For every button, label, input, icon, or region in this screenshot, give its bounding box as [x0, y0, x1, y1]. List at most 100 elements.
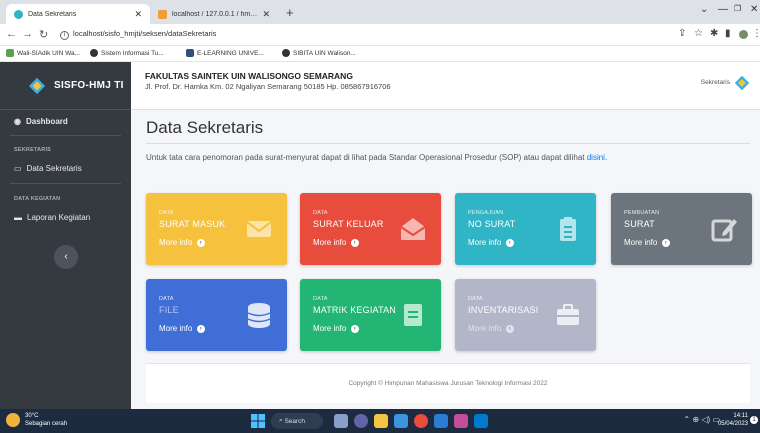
sidebar-item-laporan-kegiatan[interactable]: ▬ Laporan Kegiatan: [14, 213, 90, 222]
sidepanel-icon[interactable]: ▮: [725, 28, 731, 39]
more-info-link[interactable]: More info ›: [624, 238, 670, 247]
box-inventarisasi[interactable]: DATA INVENTARISASI More info ›: [455, 279, 596, 351]
box-title: FILE: [159, 305, 179, 315]
box-title: NO SURAT: [468, 219, 516, 229]
chrome-icon[interactable]: [414, 414, 428, 428]
close-window-icon[interactable]: ✕: [750, 4, 758, 15]
sidebar-item-data-sekretaris[interactable]: ▭ Data Sekretaris: [14, 164, 82, 173]
minimize-icon[interactable]: —: [718, 4, 728, 15]
bookmark-favicon-icon: [186, 49, 194, 57]
envelope-open-icon: [400, 218, 426, 240]
user-role[interactable]: Sekretaris: [701, 79, 730, 86]
sidebar-heading-sekretaris: SEKRETARIS: [14, 147, 52, 153]
app-icon[interactable]: [454, 414, 468, 428]
tab-search-chevron-icon[interactable]: ⌄: [700, 4, 708, 15]
new-tab-icon[interactable]: +: [286, 5, 294, 20]
sidebar-divider: [10, 135, 121, 136]
sidebar-heading-kegiatan: DATA KEGIATAN: [14, 196, 61, 202]
more-info-link[interactable]: More info ›: [313, 238, 359, 247]
more-info-link[interactable]: More info ›: [468, 324, 514, 333]
more-info-link[interactable]: More info ›: [313, 324, 359, 333]
tab-close-icon[interactable]: ✕: [134, 9, 142, 20]
chat-icon[interactable]: [354, 414, 368, 428]
user-logo-icon[interactable]: [734, 75, 750, 91]
vscode-icon[interactable]: [474, 414, 488, 428]
box-surat-masuk[interactable]: DATA SURAT MASUK More info ›: [146, 193, 287, 265]
phpmyadmin-favicon-icon: [158, 9, 167, 19]
box-file[interactable]: DATA FILE More info ›: [146, 279, 287, 351]
tab-data-sekretaris[interactable]: Data Sekretaris ✕: [6, 4, 150, 24]
box-small-label: DATA: [313, 210, 328, 216]
bookmarks-bar: Wali-SIAdik UIN Wa... Sistem Informasi T…: [0, 46, 760, 62]
page-title: Data Sekretaris: [146, 118, 264, 137]
box-small-label: DATA: [159, 296, 174, 302]
box-matrik-kegiatan[interactable]: DATA MATRIK KEGIATAN More info ›: [300, 279, 441, 351]
brand-name: SISFO-HMJ TI: [54, 80, 124, 91]
box-no-surat[interactable]: PENGAJUAN NO SURAT More info ›: [455, 193, 596, 265]
box-pembuatan-surat[interactable]: PEMBUATAN SURAT More info ›: [611, 193, 752, 265]
windows-start-icon[interactable]: [251, 414, 265, 428]
arrow-circle-right-icon: ›: [196, 238, 205, 247]
sop-link[interactable]: disini: [587, 153, 605, 162]
box-surat-keluar[interactable]: DATA SURAT KELUAR More info ›: [300, 193, 441, 265]
arrow-circle-right-icon: ›: [196, 324, 205, 333]
clock[interactable]: 14:11 05/04/2023: [718, 412, 748, 428]
box-small-label: PEMBUATAN: [624, 210, 660, 216]
url-field[interactable]: i localhost/sisfo_hmjti/seksen/dataSekret…: [60, 29, 216, 40]
more-info-link[interactable]: More info ›: [159, 238, 205, 247]
file-explorer-icon[interactable]: [374, 414, 388, 428]
profile-avatar[interactable]: [739, 30, 748, 39]
database-icon: [247, 303, 271, 328]
store-icon[interactable]: [394, 414, 408, 428]
sidebar: SISFO-HMJ TI ◉ Dashboard SEKRETARIS ▭ Data…: [0, 62, 131, 409]
back-icon[interactable]: ←: [6, 28, 17, 40]
title-divider: [146, 143, 750, 144]
box-small-label: DATA: [313, 296, 328, 302]
weather-desc: Sebagian cerah: [25, 421, 68, 427]
notification-badge[interactable]: 1: [750, 416, 758, 424]
share-icon[interactable]: ⇪: [678, 28, 686, 39]
taskbar-search[interactable]: ⌕ Search: [271, 413, 323, 429]
sidebar-item-dashboard[interactable]: ◉ Dashboard: [14, 117, 68, 126]
bookmark-favicon-icon: [90, 49, 98, 57]
dashboard-icon: ◉: [14, 117, 21, 126]
forward-icon[interactable]: →: [22, 28, 33, 40]
box-small-label: PENGAJUAN: [468, 210, 504, 216]
system-tray-icons[interactable]: ⌃ ⊕ ◁) ▭: [684, 415, 720, 424]
bookmark-item[interactable]: Sistem Informasi Tu...: [90, 49, 164, 57]
clipboard-icon: [560, 217, 576, 241]
reload-icon[interactable]: ↻: [39, 28, 48, 41]
box-small-label: DATA: [468, 296, 483, 302]
weather-temp: 30°C: [25, 413, 39, 419]
bookmark-item[interactable]: SIBITA UIN Walison...: [282, 49, 356, 57]
bookmark-item[interactable]: Wali-SIAdik UIN Wa...: [6, 49, 80, 57]
more-info-link[interactable]: More info ›: [468, 238, 514, 247]
address-bar: ← → ↻ i localhost/sisfo_hmjti/seksen/data…: [0, 24, 760, 46]
topbar: FAKULTAS SAINTEK UIN WALISONGO SEMARANG …: [131, 62, 760, 110]
extensions-icon[interactable]: ✱: [710, 28, 718, 39]
brand-link[interactable]: SISFO-HMJ TI: [0, 62, 131, 110]
book-icon: [404, 304, 422, 326]
bookmark-item[interactable]: E-LEARNING UNIVE...: [186, 49, 264, 57]
info-icon[interactable]: i: [60, 31, 69, 40]
maximize-icon[interactable]: ❐: [734, 4, 741, 13]
box-title: SURAT: [624, 219, 655, 229]
weather-widget[interactable]: 30°C Sebagian cerah: [6, 412, 67, 428]
task-view-icon[interactable]: [334, 414, 348, 428]
word-icon[interactable]: [434, 414, 448, 428]
tab-phpmyadmin[interactable]: localhost / 127.0.0.1 / hmjti_db | ✕: [150, 4, 278, 24]
url-text: localhost/sisfo_hmjti/seksen/dataSekreta…: [73, 29, 217, 38]
bookmark-star-icon[interactable]: ☆: [694, 28, 703, 39]
more-info-link[interactable]: More info ›: [159, 324, 205, 333]
menu-icon[interactable]: ⋮: [752, 28, 760, 39]
box-small-label: DATA: [159, 210, 174, 216]
tab-close-icon[interactable]: ✕: [262, 9, 270, 20]
sidebar-toggle-button[interactable]: ‹: [54, 245, 78, 269]
intro-text: Untuk tata cara penomoran pada surat-men…: [146, 153, 585, 162]
box-title: SURAT MASUK: [159, 219, 226, 229]
briefcase-icon: [557, 304, 579, 325]
list-icon: ▭: [14, 164, 22, 173]
box-title: SURAT KELUAR: [313, 219, 384, 229]
arrow-circle-right-icon: ›: [505, 238, 514, 247]
folder-icon: ▬: [14, 213, 22, 222]
